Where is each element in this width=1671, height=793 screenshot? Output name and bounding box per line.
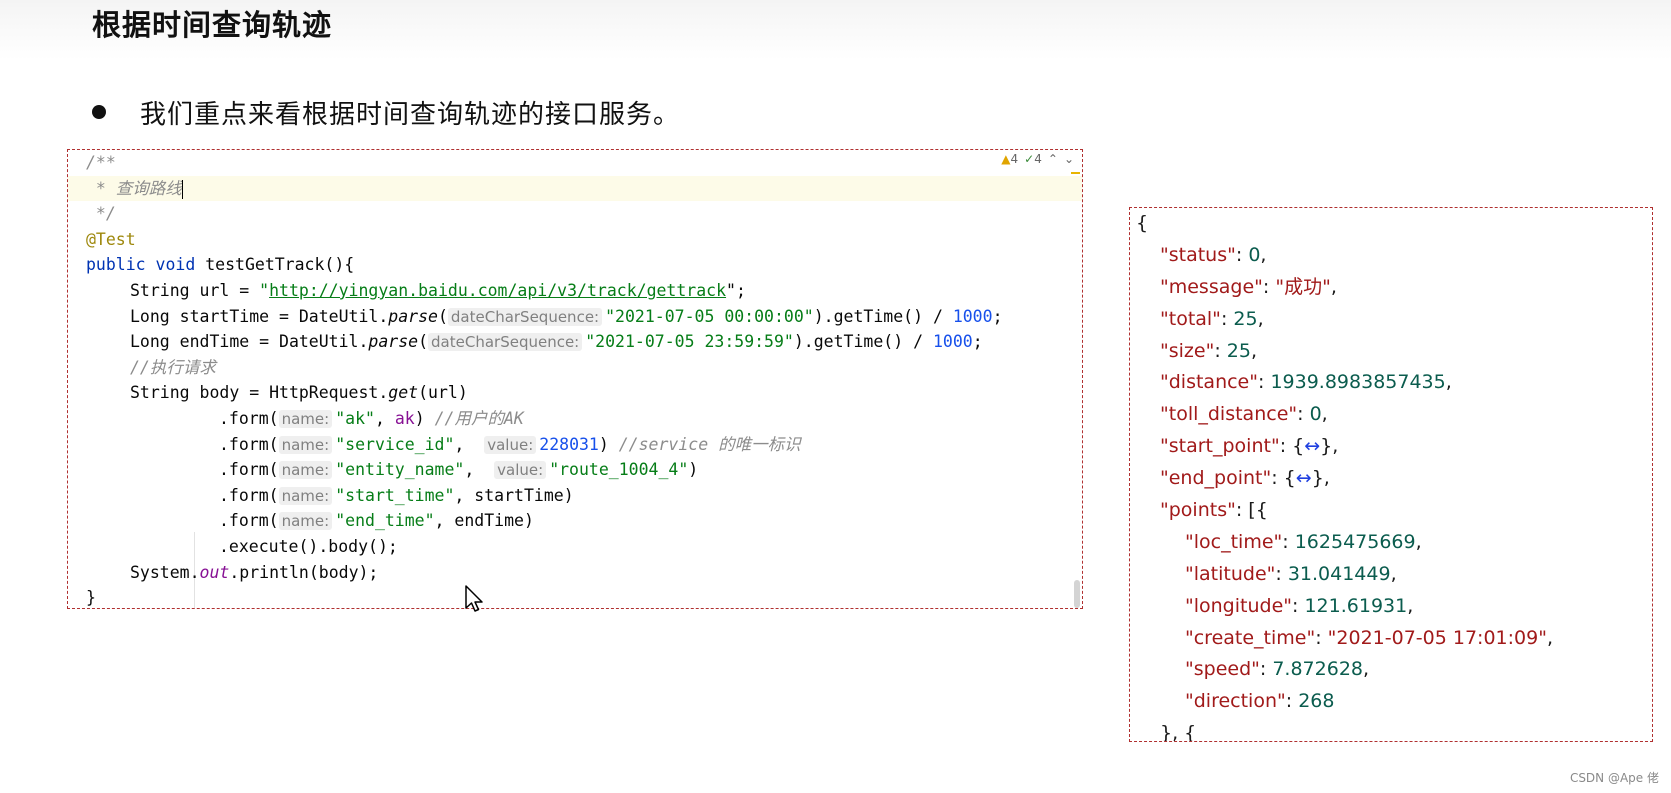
json-line: "loc_time": 1625475669, <box>1185 530 1422 553</box>
parameter-hint: name: <box>278 435 333 454</box>
parameter-hint: value: <box>494 461 547 480</box>
json-line: "message": "成功", <box>1160 275 1337 298</box>
code-line: System.out.println(body); <box>130 562 379 582</box>
code-line: .form(name: "end_time", endTime) <box>219 511 534 531</box>
editor-scrollbar[interactable] <box>1074 580 1080 608</box>
mouse-cursor-icon <box>465 585 483 612</box>
expand-icon[interactable]: ↔ <box>1296 467 1312 489</box>
code-line: //执行请求 <box>130 357 216 377</box>
json-line: "toll_distance": 0, <box>1160 403 1328 426</box>
json-line: "total": 25, <box>1160 307 1264 330</box>
code-line: String url = "http://yingyan.baidu.com/a… <box>130 280 746 300</box>
json-line: "start_point": {↔}, <box>1160 435 1339 458</box>
code-line: } <box>86 588 96 608</box>
code-line: .form(name: "ak", ak) //用户的AK <box>219 408 524 428</box>
code-line: Long endTime = DateUtil.parse(dateCharSe… <box>130 332 983 352</box>
code-line: .form(name: "service_id", value: 228031) /… <box>219 434 801 454</box>
json-line: "speed": 7.872628, <box>1185 658 1370 681</box>
json-line: "direction": 268 <box>1185 690 1335 713</box>
parameter-hint: dateCharSequence: <box>447 307 603 326</box>
code-editor-panel[interactable]: ▲4 ✓4 ⌃ ⌄ /** * 查询路线 */ @Test public voi… <box>67 149 1083 609</box>
parameter-hint: name: <box>278 512 333 531</box>
json-line: "size": 25, <box>1160 339 1258 362</box>
code-line: .form(name: "start_time", startTime) <box>219 485 574 505</box>
parameter-hint: dateCharSequence: <box>428 333 583 352</box>
code-line-current: * 查询路线 <box>68 175 1082 202</box>
bullet-dot <box>92 105 106 119</box>
code-line: public void testGetTrack(){ <box>86 255 355 275</box>
code-line: .form(name: "entity_name", value: "route_1… <box>219 460 699 480</box>
bullet-text: 我们重点来看根据时间查询轨迹的接口服务。 <box>140 99 681 130</box>
json-line: "distance": 1939.8983857435, <box>1160 371 1452 394</box>
json-line: "longitude": 121.61931, <box>1185 594 1414 617</box>
slide-title: 根据时间查询轨迹 <box>92 8 333 42</box>
json-line: }, { <box>1160 722 1197 742</box>
parameter-hint: name: <box>278 409 333 428</box>
json-line: "status": 0, <box>1160 243 1267 266</box>
parameter-hint: name: <box>278 461 333 480</box>
json-line: "create_time": "2021-07-05 17:01:09", <box>1185 626 1553 649</box>
json-line: { <box>1136 212 1149 234</box>
code-line: String body = HttpRequest.get(url) <box>130 383 468 403</box>
code-lines[interactable]: /** * 查询路线 */ @Test public void testGetT… <box>68 150 1082 608</box>
parameter-hint: name: <box>278 486 333 505</box>
parameter-hint: value: <box>484 435 537 454</box>
code-line: Long startTime = DateUtil.parse(dateChar… <box>130 306 1003 326</box>
watermark: CSDN @Ape 佬 <box>1569 771 1659 785</box>
json-line: "end_point": {↔}, <box>1160 467 1330 490</box>
code-line: @Test <box>86 229 136 249</box>
code-line: /** <box>86 153 116 172</box>
text-caret <box>181 179 184 199</box>
expand-icon[interactable]: ↔ <box>1304 435 1320 457</box>
code-line: .execute().body(); <box>219 536 398 556</box>
code-line: */ <box>86 204 116 224</box>
json-response-panel: { "status": 0, "message": "成功", "total":… <box>1129 207 1653 742</box>
url-link[interactable]: http://yingyan.baidu.com/api/v3/track/ge… <box>269 281 726 300</box>
json-line: "latitude": 31.041449, <box>1185 562 1397 585</box>
bullet-item: 我们重点来看根据时间查询轨迹的接口服务。 <box>92 92 680 132</box>
json-line: "points": [{ <box>1160 499 1268 522</box>
